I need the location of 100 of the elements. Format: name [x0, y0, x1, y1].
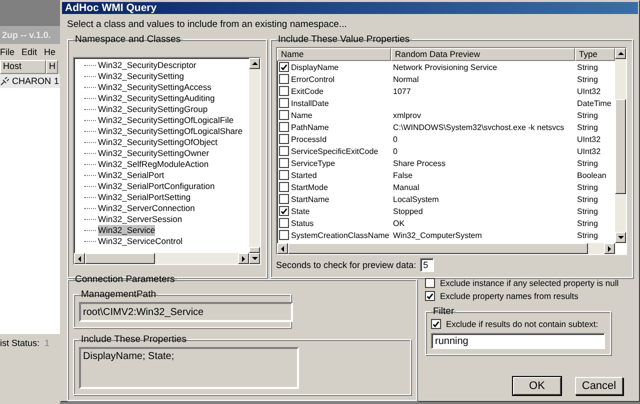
checkbox[interactable]: [279, 206, 289, 216]
scroll-arrow-button[interactable]: [74, 253, 85, 264]
tree-item[interactable]: Win32_ServerSession: [98, 214, 182, 225]
column-header[interactable]: Host: [0, 60, 46, 74]
vertical-scrollbar[interactable]: [249, 58, 260, 264]
preview-value: Manual: [392, 182, 420, 192]
tree-item[interactable]: Win32_ServiceControl: [98, 236, 183, 247]
cancel-button[interactable]: Cancel: [575, 377, 623, 395]
checkbox[interactable]: [425, 291, 435, 301]
tree-item[interactable]: Win32_SecuritySetting: [98, 71, 184, 82]
type-value: String: [576, 158, 598, 168]
property-name: StartName: [291, 194, 330, 204]
column-header[interactable]: Name: [277, 48, 391, 61]
group-title: Filter: [432, 306, 456, 317]
tree-item[interactable]: Win32_SecuritySettingOwner: [98, 148, 210, 159]
instruction-text: Select a class and values to include from an existing namespace...: [67, 19, 348, 30]
tree-item[interactable]: Win32_SecuritySettingOfLogicalShare: [98, 126, 243, 137]
checkbox[interactable]: [279, 122, 289, 132]
group-title: Namespace and Classes: [74, 34, 182, 45]
checkbox[interactable]: [279, 74, 289, 84]
tree-item[interactable]: Win32_SerialPortSetting: [98, 192, 191, 203]
checkbox[interactable]: [425, 278, 435, 288]
checkbox[interactable]: [279, 110, 289, 120]
tree-item[interactable]: Win32_SecuritySettingAccess: [98, 82, 212, 93]
tree-item[interactable]: Win32_SecurityDescriptor: [98, 60, 196, 71]
tree-item[interactable]: Win32_SelfRegModuleAction: [98, 159, 209, 170]
scroll-arrow-button[interactable]: [238, 253, 249, 264]
column-header[interactable]: Type: [575, 48, 615, 61]
property-name: ExitCode: [291, 86, 324, 96]
ok-button[interactable]: OK: [513, 377, 561, 395]
scroll-arrow-button[interactable]: [249, 253, 260, 264]
checkbox[interactable]: [279, 194, 289, 204]
checkbox[interactable]: [279, 134, 289, 144]
tree-item[interactable]: Win32_ServerConnection: [98, 203, 195, 214]
preview-value: xmlprov: [392, 110, 422, 120]
menu-item[interactable]: He: [44, 47, 56, 57]
type-value: String: [576, 206, 598, 216]
property-name: StartMode: [291, 182, 328, 192]
filter-input[interactable]: running: [431, 333, 605, 349]
plug-icon: [0, 76, 9, 86]
tree-item[interactable]: Win32_SecuritySettingOfObject: [98, 137, 218, 148]
group-title: Connection Parameters: [74, 274, 176, 285]
preview-value: False: [392, 170, 413, 180]
checkbox[interactable]: [431, 319, 441, 329]
menu-item[interactable]: Edit: [22, 47, 38, 57]
dialog-title: AdHoc WMI Query: [62, 2, 638, 14]
tree-item[interactable]: Win32_SecuritySettingAuditing: [98, 93, 215, 104]
preview-value: Network Provisioning Service: [392, 62, 498, 72]
preview-value: LocalSystem: [392, 194, 439, 204]
scrollbar-thumb[interactable]: [615, 99, 626, 194]
preview-value: Win32_ComputerSystem: [392, 230, 482, 240]
tree-item[interactable]: Win32_SerialPortConfiguration: [98, 181, 215, 192]
checkbox[interactable]: [279, 98, 289, 108]
type-value: String: [576, 194, 598, 204]
checkbox[interactable]: [279, 146, 289, 156]
scroll-arrow-button[interactable]: [615, 232, 626, 243]
type-value: String: [576, 74, 598, 84]
type-value: String: [576, 62, 598, 72]
column-header[interactable]: H: [46, 60, 58, 74]
preview-value: C:\WINDOWS\System32\svchost.exe -k netsvcs: [392, 122, 564, 132]
tree-item[interactable]: Win32_Service: [98, 225, 156, 236]
property-name: ServiceSpecificExitCode: [291, 146, 378, 156]
checkbox[interactable]: [279, 230, 289, 240]
property-name: SystemCreationClassName: [291, 230, 390, 240]
preview-value: Share Process: [392, 158, 446, 168]
status-value: 1: [44, 338, 50, 348]
checkbox[interactable]: [279, 218, 289, 228]
property-name: PathName: [291, 122, 329, 132]
menu-item[interactable]: File: [0, 47, 15, 57]
tree-item[interactable]: Win32_SecuritySettingOfLogicalFile: [98, 115, 234, 126]
scroll-arrow-button[interactable]: [604, 243, 615, 254]
status-label: ist Status:: [0, 338, 40, 348]
scroll-arrow-button[interactable]: [615, 48, 626, 59]
checkbox[interactable]: [279, 158, 289, 168]
type-value: UInt32: [576, 86, 601, 96]
tree-item[interactable]: Win32_SecuritySettingGroup: [98, 104, 208, 115]
column-header[interactable]: Random Data Preview: [391, 48, 575, 61]
seconds-input[interactable]: 5: [420, 258, 434, 272]
vertical-scrollbar[interactable]: [615, 48, 626, 243]
horizontal-scrollbar[interactable]: [74, 253, 249, 264]
scroll-arrow-button[interactable]: [277, 243, 288, 254]
preview-value: 0: [392, 146, 398, 156]
type-value: String: [576, 218, 598, 228]
checkbox[interactable]: [279, 62, 289, 72]
tree-item[interactable]: Win32_SerialPort: [98, 170, 164, 181]
checkbox[interactable]: [279, 182, 289, 192]
type-value: UInt32: [576, 134, 601, 144]
triangle-icon: [278, 244, 286, 252]
scroll-arrow-button[interactable]: [249, 58, 260, 69]
checkbox[interactable]: [279, 86, 289, 96]
option-label: Exclude if results do not contain subtext:: [446, 319, 598, 329]
window-title: 2up -- v.1.0.: [0, 26, 60, 44]
type-value: UInt32: [576, 146, 601, 156]
property-name: Name: [291, 110, 312, 120]
property-name: DisplayName: [291, 62, 339, 72]
scrollbar-thumb[interactable]: [85, 253, 155, 264]
scrollbar-thumb[interactable]: [249, 247, 260, 253]
preview-value: Stopped: [392, 206, 423, 216]
checkbox[interactable]: [279, 170, 289, 180]
preview-value: Normal: [392, 74, 419, 84]
